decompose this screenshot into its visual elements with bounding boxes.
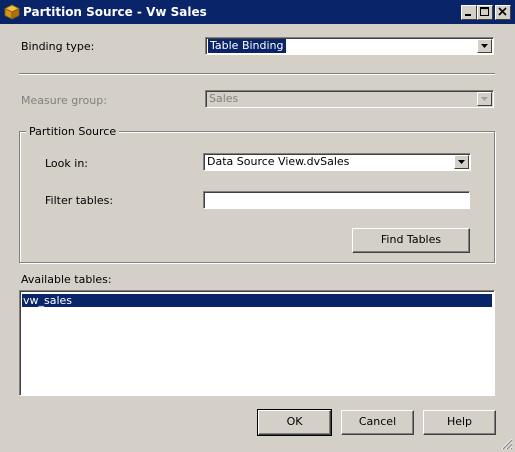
ok-button[interactable]: OK [257,409,332,436]
window-title: Partition Source - Vw Sales [23,5,207,19]
look-in-select[interactable]: Data Source View.dvSales [203,153,471,171]
look-in-value: Data Source View.dvSales [207,155,350,168]
title-bar[interactable]: Partition Source - Vw Sales [0,0,515,24]
dialog-window: Partition Source - Vw Sales Binding type… [0,0,515,452]
available-tables-label: Available tables: [21,273,112,286]
help-button[interactable]: Help [423,410,496,435]
maximize-button[interactable] [477,5,493,20]
filter-tables-input[interactable] [203,191,470,209]
close-icon [498,7,507,16]
measure-group-select: Sales [205,90,494,108]
minimize-button[interactable] [461,5,477,20]
chevron-down-icon [458,160,465,164]
maximize-icon [480,7,489,16]
minimize-icon [465,14,471,16]
resize-grip-icon[interactable] [500,437,513,450]
find-tables-button[interactable]: Find Tables [352,228,470,253]
measure-group-value: Sales [209,92,239,105]
cancel-button[interactable]: Cancel [341,410,414,435]
binding-type-value: Table Binding [208,39,286,53]
filter-tables-label: Filter tables: [45,194,114,207]
binding-type-dropdown-button[interactable] [477,39,492,53]
cube-icon [4,4,20,20]
list-item[interactable]: vw_sales [22,294,492,307]
look-in-label: Look in: [45,157,88,170]
available-tables-list[interactable]: vw_sales [19,290,495,396]
binding-type-select[interactable]: Table Binding [205,37,494,55]
chevron-down-icon [481,44,488,48]
close-button[interactable] [495,5,511,20]
binding-type-label: Binding type: [21,40,95,53]
measure-group-label: Measure group: [21,94,107,107]
separator [19,73,495,75]
measure-group-dropdown-button [477,92,492,106]
partition-source-title: Partition Source [26,125,120,139]
chevron-down-icon [481,97,488,101]
look-in-dropdown-button[interactable] [454,155,469,169]
